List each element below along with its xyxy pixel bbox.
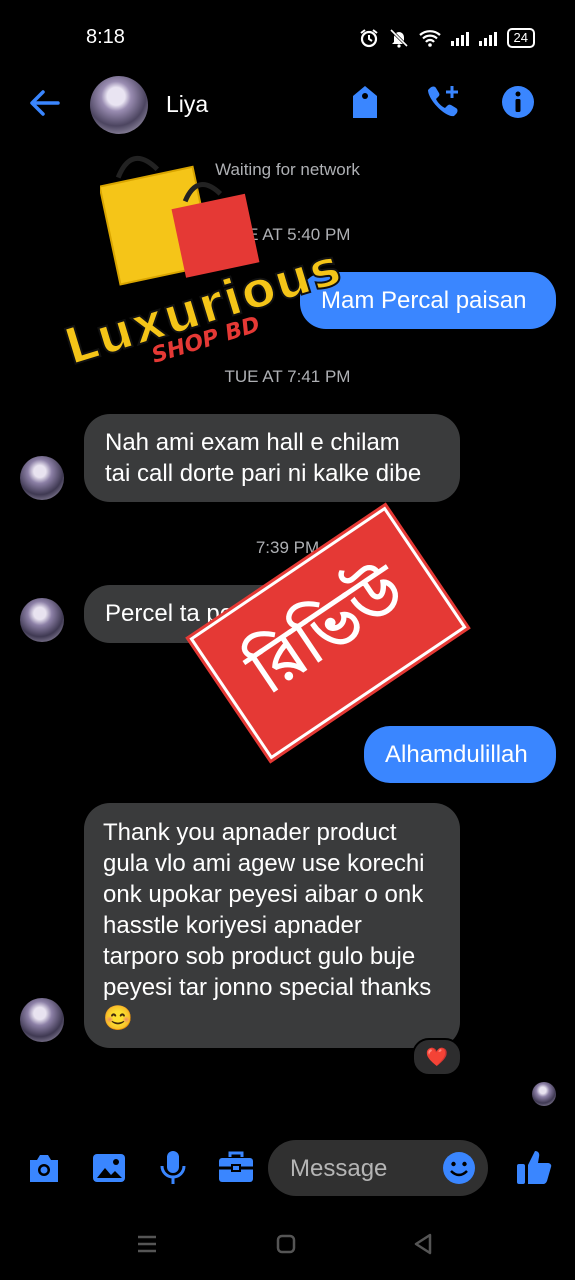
signal-icon-2 [478,30,497,46]
home-nav-icon[interactable] [276,1234,296,1254]
wifi-icon [418,30,441,47]
briefcase-icon[interactable] [218,1150,254,1184]
back-arrow-icon[interactable] [28,86,62,120]
menu-nav-icon[interactable] [136,1234,158,1254]
incoming-message[interactable]: Nah ami exam hall e chilam tai call dort… [84,414,460,502]
tag-icon[interactable] [350,84,380,120]
sender-avatar[interactable] [20,456,64,500]
status-time: 8:18 [86,26,125,48]
seen-avatar [532,1082,556,1106]
sender-avatar[interactable] [20,998,64,1042]
heart-reaction[interactable]: ❤️ [412,1038,462,1076]
thumbs-up-icon[interactable] [515,1148,553,1186]
brand-watermark: Luxurious SHOP BD [57,150,350,380]
status-icons: 24 [359,28,535,48]
camera-icon[interactable] [26,1152,62,1184]
add-call-icon[interactable] [424,84,462,120]
contact-avatar[interactable] [90,76,148,134]
battery-indicator: 24 [506,28,535,48]
message-input[interactable] [288,1154,442,1184]
info-icon[interactable] [500,84,536,120]
signal-icon [450,30,469,46]
alarm-icon [359,29,378,48]
message-line: tai call dorte pari ni kalke dibe [105,460,422,487]
contact-name[interactable]: Liya [166,91,208,118]
back-nav-icon[interactable] [412,1232,434,1256]
sender-avatar[interactable] [20,598,64,642]
microphone-icon[interactable] [160,1150,186,1186]
gallery-icon[interactable] [92,1152,126,1184]
outgoing-message[interactable]: Alhamdulillah [364,726,556,783]
incoming-message[interactable]: Thank you apnader product gula vlo ami a… [84,803,460,1048]
message-composer[interactable] [268,1140,488,1196]
mute-bell-icon [389,28,408,48]
emoji-icon[interactable] [442,1151,476,1185]
message-line: Nah ami exam hall e chilam [105,429,400,456]
